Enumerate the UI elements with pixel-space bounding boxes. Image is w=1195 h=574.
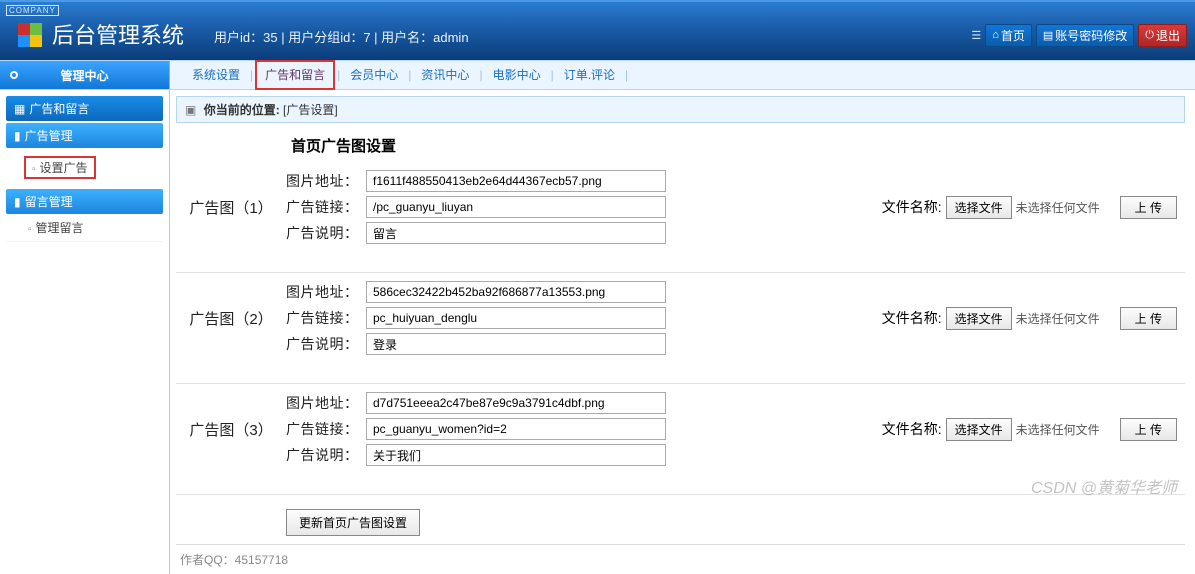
page-icon: ▫ bbox=[32, 164, 36, 175]
upload-button[interactable]: 上 传 bbox=[1120, 196, 1177, 219]
field-label-link: 广告链接： bbox=[286, 197, 366, 217]
home-icon: ⌂ bbox=[992, 29, 999, 41]
desc-input[interactable] bbox=[366, 333, 666, 355]
nav-link-5[interactable]: 订单.评论 bbox=[554, 60, 625, 90]
field-label-img: 图片地址： bbox=[286, 393, 366, 413]
breadcrumb-label: 你当前的位置: bbox=[204, 103, 280, 117]
folder-icon: ▮ bbox=[14, 129, 21, 143]
choose-file-button[interactable]: 选择文件 bbox=[946, 307, 1012, 330]
footer-text: 作者QQ：45157718 bbox=[176, 544, 1185, 574]
user-info: 用户id：35 | 用户分组id：7 | 用户名：admin bbox=[214, 27, 469, 46]
sidebar-group-ads[interactable]: ▮广告管理 bbox=[6, 123, 163, 148]
field-label-desc: 广告说明： bbox=[286, 334, 366, 354]
link-input[interactable] bbox=[366, 418, 666, 440]
sidebar-item-set-ad[interactable]: ▫设置广告 bbox=[6, 148, 163, 187]
nav-link-3[interactable]: 资讯中心 bbox=[411, 60, 479, 90]
upload-button[interactable]: 上 传 bbox=[1120, 307, 1177, 330]
ad-row: 广告图（2） 图片地址： 广告链接： 广告说明： 文件名称: 选择文件 未选择任… bbox=[176, 273, 1185, 384]
upload-button[interactable]: 上 传 bbox=[1120, 418, 1177, 441]
link-input[interactable] bbox=[366, 307, 666, 329]
menu-icon[interactable]: ☰ bbox=[971, 29, 981, 42]
watermark: CSDN @黄菊华老师 bbox=[1031, 474, 1177, 498]
file-status: 未选择任何文件 bbox=[1016, 310, 1100, 327]
file-status: 未选择任何文件 bbox=[1016, 199, 1100, 216]
img-input[interactable] bbox=[366, 170, 666, 192]
password-button[interactable]: ▤账号密码修改 bbox=[1036, 24, 1134, 47]
nav-link-1[interactable]: 广告和留言 bbox=[255, 60, 335, 90]
link-input[interactable] bbox=[366, 196, 666, 218]
breadcrumb: ▣ 你当前的位置: [广告设置] bbox=[176, 96, 1185, 123]
sidebar-item-manage-msg[interactable]: ▫管理留言 bbox=[6, 214, 163, 242]
doc-icon: ▤ bbox=[1043, 29, 1053, 42]
field-label-link: 广告链接： bbox=[286, 308, 366, 328]
field-label-img: 图片地址： bbox=[286, 282, 366, 302]
ad-row: 广告图（1） 图片地址： 广告链接： 广告说明： 文件名称: 选择文件 未选择任… bbox=[176, 162, 1185, 273]
img-input[interactable] bbox=[366, 281, 666, 303]
company-tag: COMPANY bbox=[6, 5, 59, 16]
top-nav: 管理中心 系统设置 | 广告和留言 | 会员中心 | 资讯中心 | 电影中心 |… bbox=[0, 60, 1195, 90]
home-button[interactable]: ⌂首页 bbox=[985, 24, 1032, 47]
file-label: 文件名称: bbox=[882, 308, 942, 328]
sidebar: ▦广告和留言 ▮广告管理 ▫设置广告 ▮留言管理 ▫管理留言 bbox=[0, 90, 170, 574]
page-icon: ▫ bbox=[28, 224, 32, 235]
power-icon: ⏻ bbox=[1145, 29, 1154, 42]
sidebar-group-msg[interactable]: ▮留言管理 bbox=[6, 189, 163, 214]
file-status: 未选择任何文件 bbox=[1016, 421, 1100, 438]
logout-button[interactable]: ⏻退出 bbox=[1138, 24, 1187, 47]
field-label-desc: 广告说明： bbox=[286, 223, 366, 243]
ad-row-label: 广告图（1） bbox=[176, 197, 286, 218]
nav-separator: | bbox=[625, 68, 628, 82]
desc-input[interactable] bbox=[366, 444, 666, 466]
ad-row-label: 广告图（3） bbox=[176, 419, 286, 440]
field-label-img: 图片地址： bbox=[286, 171, 366, 191]
file-label: 文件名称: bbox=[882, 419, 942, 439]
nav-separator: | bbox=[250, 68, 253, 82]
nav-link-2[interactable]: 会员中心 bbox=[340, 60, 408, 90]
ad-row-label: 广告图（2） bbox=[176, 308, 286, 329]
section-title: 首页广告图设置 bbox=[176, 129, 1185, 162]
app-logo-icon bbox=[18, 23, 42, 47]
choose-file-button[interactable]: 选择文件 bbox=[946, 196, 1012, 219]
app-header: COMPANY 后台管理系统 用户id：35 | 用户分组id：7 | 用户名：… bbox=[0, 0, 1195, 60]
location-icon: ▣ bbox=[185, 103, 196, 117]
field-label-link: 广告链接： bbox=[286, 419, 366, 439]
submit-button[interactable]: 更新首页广告图设置 bbox=[286, 509, 420, 536]
field-label-desc: 广告说明： bbox=[286, 445, 366, 465]
app-title: 后台管理系统 bbox=[52, 18, 184, 50]
sidebar-top[interactable]: ▦广告和留言 bbox=[6, 96, 163, 121]
nav-link-0[interactable]: 系统设置 bbox=[182, 60, 250, 90]
nav-title: 管理中心 bbox=[0, 61, 170, 89]
folder-icon: ▮ bbox=[14, 195, 21, 209]
nav-link-4[interactable]: 电影中心 bbox=[483, 60, 551, 90]
desc-input[interactable] bbox=[366, 222, 666, 244]
breadcrumb-value: [广告设置] bbox=[283, 103, 338, 117]
choose-file-button[interactable]: 选择文件 bbox=[946, 418, 1012, 441]
main-content: ▣ 你当前的位置: [广告设置] 首页广告图设置 广告图（1） 图片地址： 广告… bbox=[170, 90, 1195, 574]
file-label: 文件名称: bbox=[882, 197, 942, 217]
img-input[interactable] bbox=[366, 392, 666, 414]
grid-icon: ▦ bbox=[14, 102, 25, 116]
